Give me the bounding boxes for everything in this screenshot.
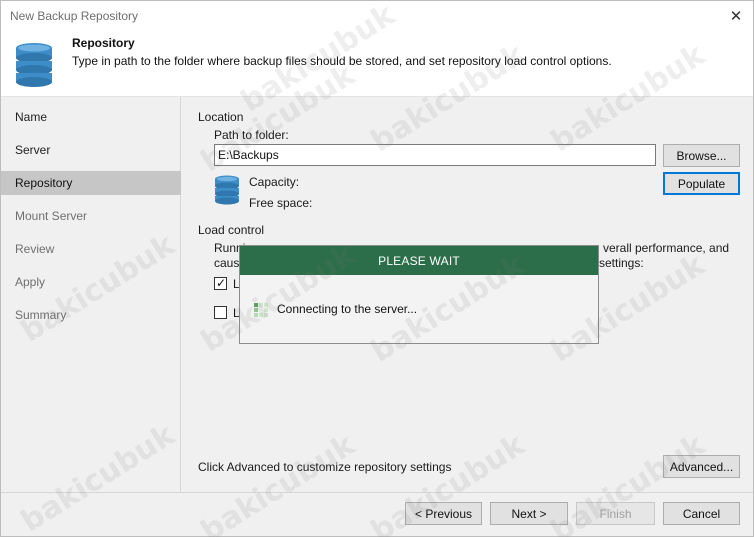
load-control-text2-start: caus bbox=[214, 256, 240, 270]
advanced-button[interactable]: Advanced... bbox=[663, 455, 740, 478]
step-mount-server: Mount Server bbox=[15, 209, 88, 223]
step-repository[interactable]: Repository bbox=[1, 171, 181, 195]
step-apply: Apply bbox=[15, 275, 46, 289]
free-space-label: Free space: bbox=[249, 196, 313, 210]
load-control-text-end: verall performance, and bbox=[603, 241, 730, 255]
please-wait-title: PLEASE WAIT bbox=[240, 246, 598, 275]
database-icon bbox=[16, 43, 52, 87]
wizard-footer: < Previous Next > Finish Cancel bbox=[1, 493, 753, 536]
advanced-hint: Click Advanced to customize repository s… bbox=[198, 460, 452, 474]
next-button[interactable]: Next > bbox=[490, 502, 568, 525]
checkmark-icon: ✓ bbox=[216, 276, 227, 290]
step-summary: Summary bbox=[15, 308, 67, 322]
window-title: New Backup Repository bbox=[10, 9, 139, 23]
populate-button[interactable]: Populate bbox=[663, 172, 740, 195]
loading-spinner-icon bbox=[254, 303, 268, 317]
step-name[interactable]: Name bbox=[1, 105, 181, 129]
step-server[interactable]: Server bbox=[1, 138, 181, 162]
step-review: Review bbox=[15, 242, 55, 256]
finish-button: Finish bbox=[576, 502, 655, 525]
wizard-steps-sidebar: Name Server Repository Mount Server Revi… bbox=[1, 97, 181, 492]
wizard-header: Repository Type in path to the folder wh… bbox=[1, 31, 753, 96]
path-label: Path to folder: bbox=[214, 128, 289, 142]
limit-tasks-checkbox[interactable]: ✓ bbox=[214, 276, 227, 290]
limit-rate-checkbox[interactable] bbox=[214, 306, 227, 319]
new-backup-repository-window: New Backup Repository ✕ Repository Type … bbox=[0, 0, 754, 537]
storage-icon bbox=[215, 175, 239, 205]
browse-button[interactable]: Browse... bbox=[663, 144, 740, 167]
load-control-text2-end: settings: bbox=[599, 256, 644, 270]
load-control-section-label: Load control bbox=[198, 223, 265, 237]
capacity-label: Capacity: bbox=[249, 175, 300, 189]
previous-button[interactable]: < Previous bbox=[405, 502, 482, 525]
please-wait-dialog: PLEASE WAIT Connecting to the server... bbox=[239, 245, 599, 344]
close-icon[interactable]: ✕ bbox=[725, 5, 747, 27]
title-bar: New Backup Repository ✕ bbox=[1, 1, 753, 31]
path-to-folder-input[interactable] bbox=[214, 144, 656, 166]
page-description: Type in path to the folder where backup … bbox=[72, 54, 612, 68]
location-section-label: Location bbox=[198, 110, 244, 124]
page-title: Repository bbox=[72, 36, 135, 50]
cancel-button[interactable]: Cancel bbox=[663, 502, 740, 525]
wait-message: Connecting to the server... bbox=[277, 302, 418, 316]
